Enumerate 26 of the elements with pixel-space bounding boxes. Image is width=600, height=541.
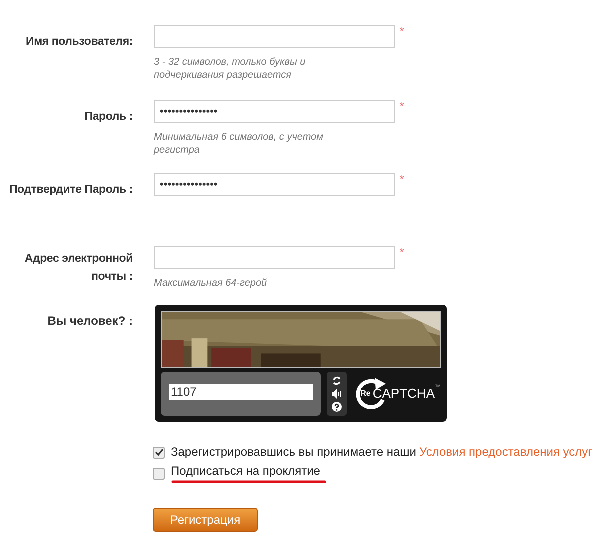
- text-field[interactable]: [154, 25, 395, 48]
- checkbox-label: Подписаться на проклятие: [171, 464, 320, 479]
- field-hint: 3 - 32 символов, только буквы и подчеркивания разрешается: [154, 56, 307, 82]
- field-label: Подтвердите Пароль :: [9, 183, 133, 198]
- logo-prefix: Re: [360, 388, 371, 400]
- required-mark: *: [400, 100, 404, 115]
- required-mark: *: [400, 25, 404, 40]
- field-label: Имя пользователя:: [26, 35, 133, 50]
- captcha-input[interactable]: 1107: [169, 384, 313, 400]
- logo-text: CAPTCHA: [372, 385, 435, 404]
- speaker-icon[interactable]: [330, 388, 343, 399]
- text-field[interactable]: [154, 246, 395, 269]
- help-icon[interactable]: [332, 402, 342, 412]
- refresh-icon[interactable]: [332, 376, 342, 386]
- field-label: Пароль :: [84, 110, 133, 125]
- field-label: Адрес электронной почты :: [24, 252, 133, 285]
- checkbox[interactable]: [153, 468, 165, 480]
- checkbox[interactable]: [153, 446, 165, 458]
- required-mark: *: [400, 173, 404, 188]
- text-field[interactable]: •••••••••••••••: [154, 173, 395, 196]
- field-hint: Минимальная 6 символов, с учетом регистра: [154, 131, 324, 157]
- field-hint: Максимальная 64-герой: [154, 277, 268, 290]
- checkbox-label: Зарегистрировавшись вы принимаете наши: [171, 445, 417, 460]
- text-field[interactable]: •••••••••••••••: [154, 100, 395, 123]
- field-label: Вы человек? :: [48, 314, 133, 328]
- required-mark: *: [400, 246, 404, 261]
